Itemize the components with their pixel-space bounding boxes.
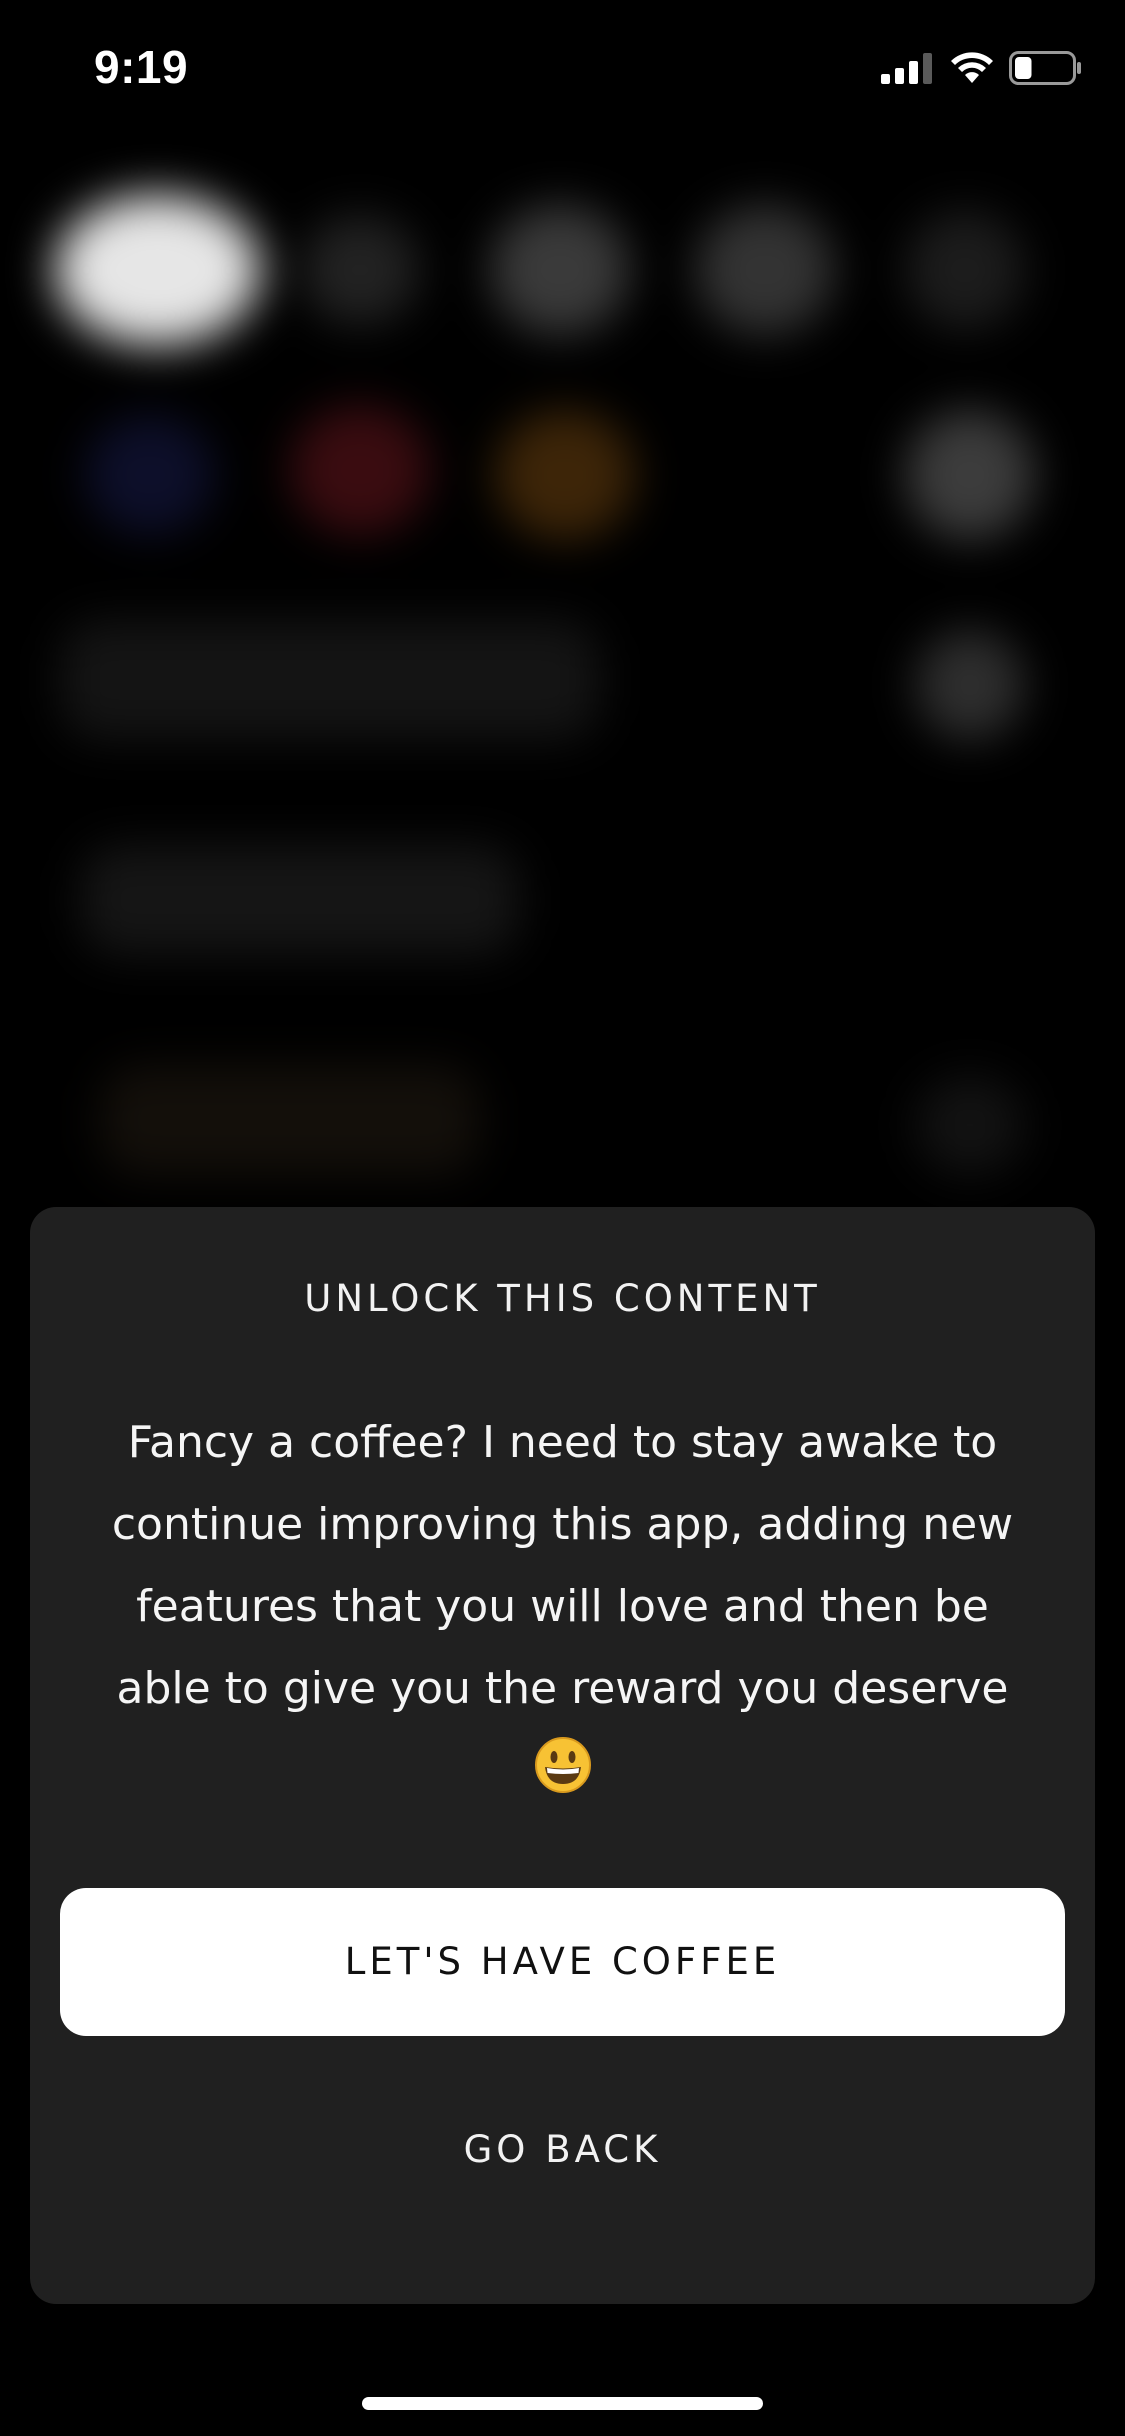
blurred-icon-blob bbox=[915, 630, 1025, 740]
blurred-icon-blob bbox=[290, 405, 430, 535]
home-indicator[interactable] bbox=[362, 2397, 763, 2410]
blurred-icon-blob bbox=[915, 1075, 1025, 1175]
blurred-avatar-blob bbox=[55, 195, 260, 345]
blurred-icon-blob bbox=[695, 205, 835, 335]
lets-have-coffee-button[interactable]: LET'S HAVE COFFEE bbox=[60, 1888, 1065, 2036]
message-text: Fancy a coffee? I need to stay awake to … bbox=[111, 1417, 1014, 1714]
blurred-icon-blob bbox=[490, 205, 630, 335]
blurred-icon-blob bbox=[905, 410, 1035, 540]
status-icons bbox=[881, 50, 1083, 90]
status-bar: 9:19 bbox=[0, 0, 1125, 140]
blurred-icon-blob bbox=[495, 410, 635, 540]
blurred-icon-blob bbox=[905, 210, 1025, 330]
status-time: 9:19 bbox=[94, 41, 189, 93]
unlock-content-sheet: UNLOCK THIS CONTENT Fancy a coffee? I ne… bbox=[30, 1207, 1095, 2304]
blurred-row bbox=[100, 1065, 480, 1175]
sheet-message: Fancy a coffee? I need to stay awake to … bbox=[90, 1402, 1035, 1821]
wifi-icon bbox=[949, 51, 995, 89]
go-back-button[interactable]: GO BACK bbox=[60, 2100, 1065, 2200]
blurred-background-app bbox=[0, 140, 1125, 1240]
cellular-signal-icon bbox=[881, 52, 935, 88]
battery-icon bbox=[1009, 51, 1083, 89]
grinning-face-icon bbox=[534, 1736, 592, 1821]
blurred-icon-blob bbox=[300, 215, 420, 325]
blurred-row bbox=[80, 845, 520, 955]
blurred-row bbox=[60, 620, 600, 740]
blurred-icon-blob bbox=[85, 415, 215, 535]
sheet-title: UNLOCK THIS CONTENT bbox=[304, 1277, 821, 1320]
